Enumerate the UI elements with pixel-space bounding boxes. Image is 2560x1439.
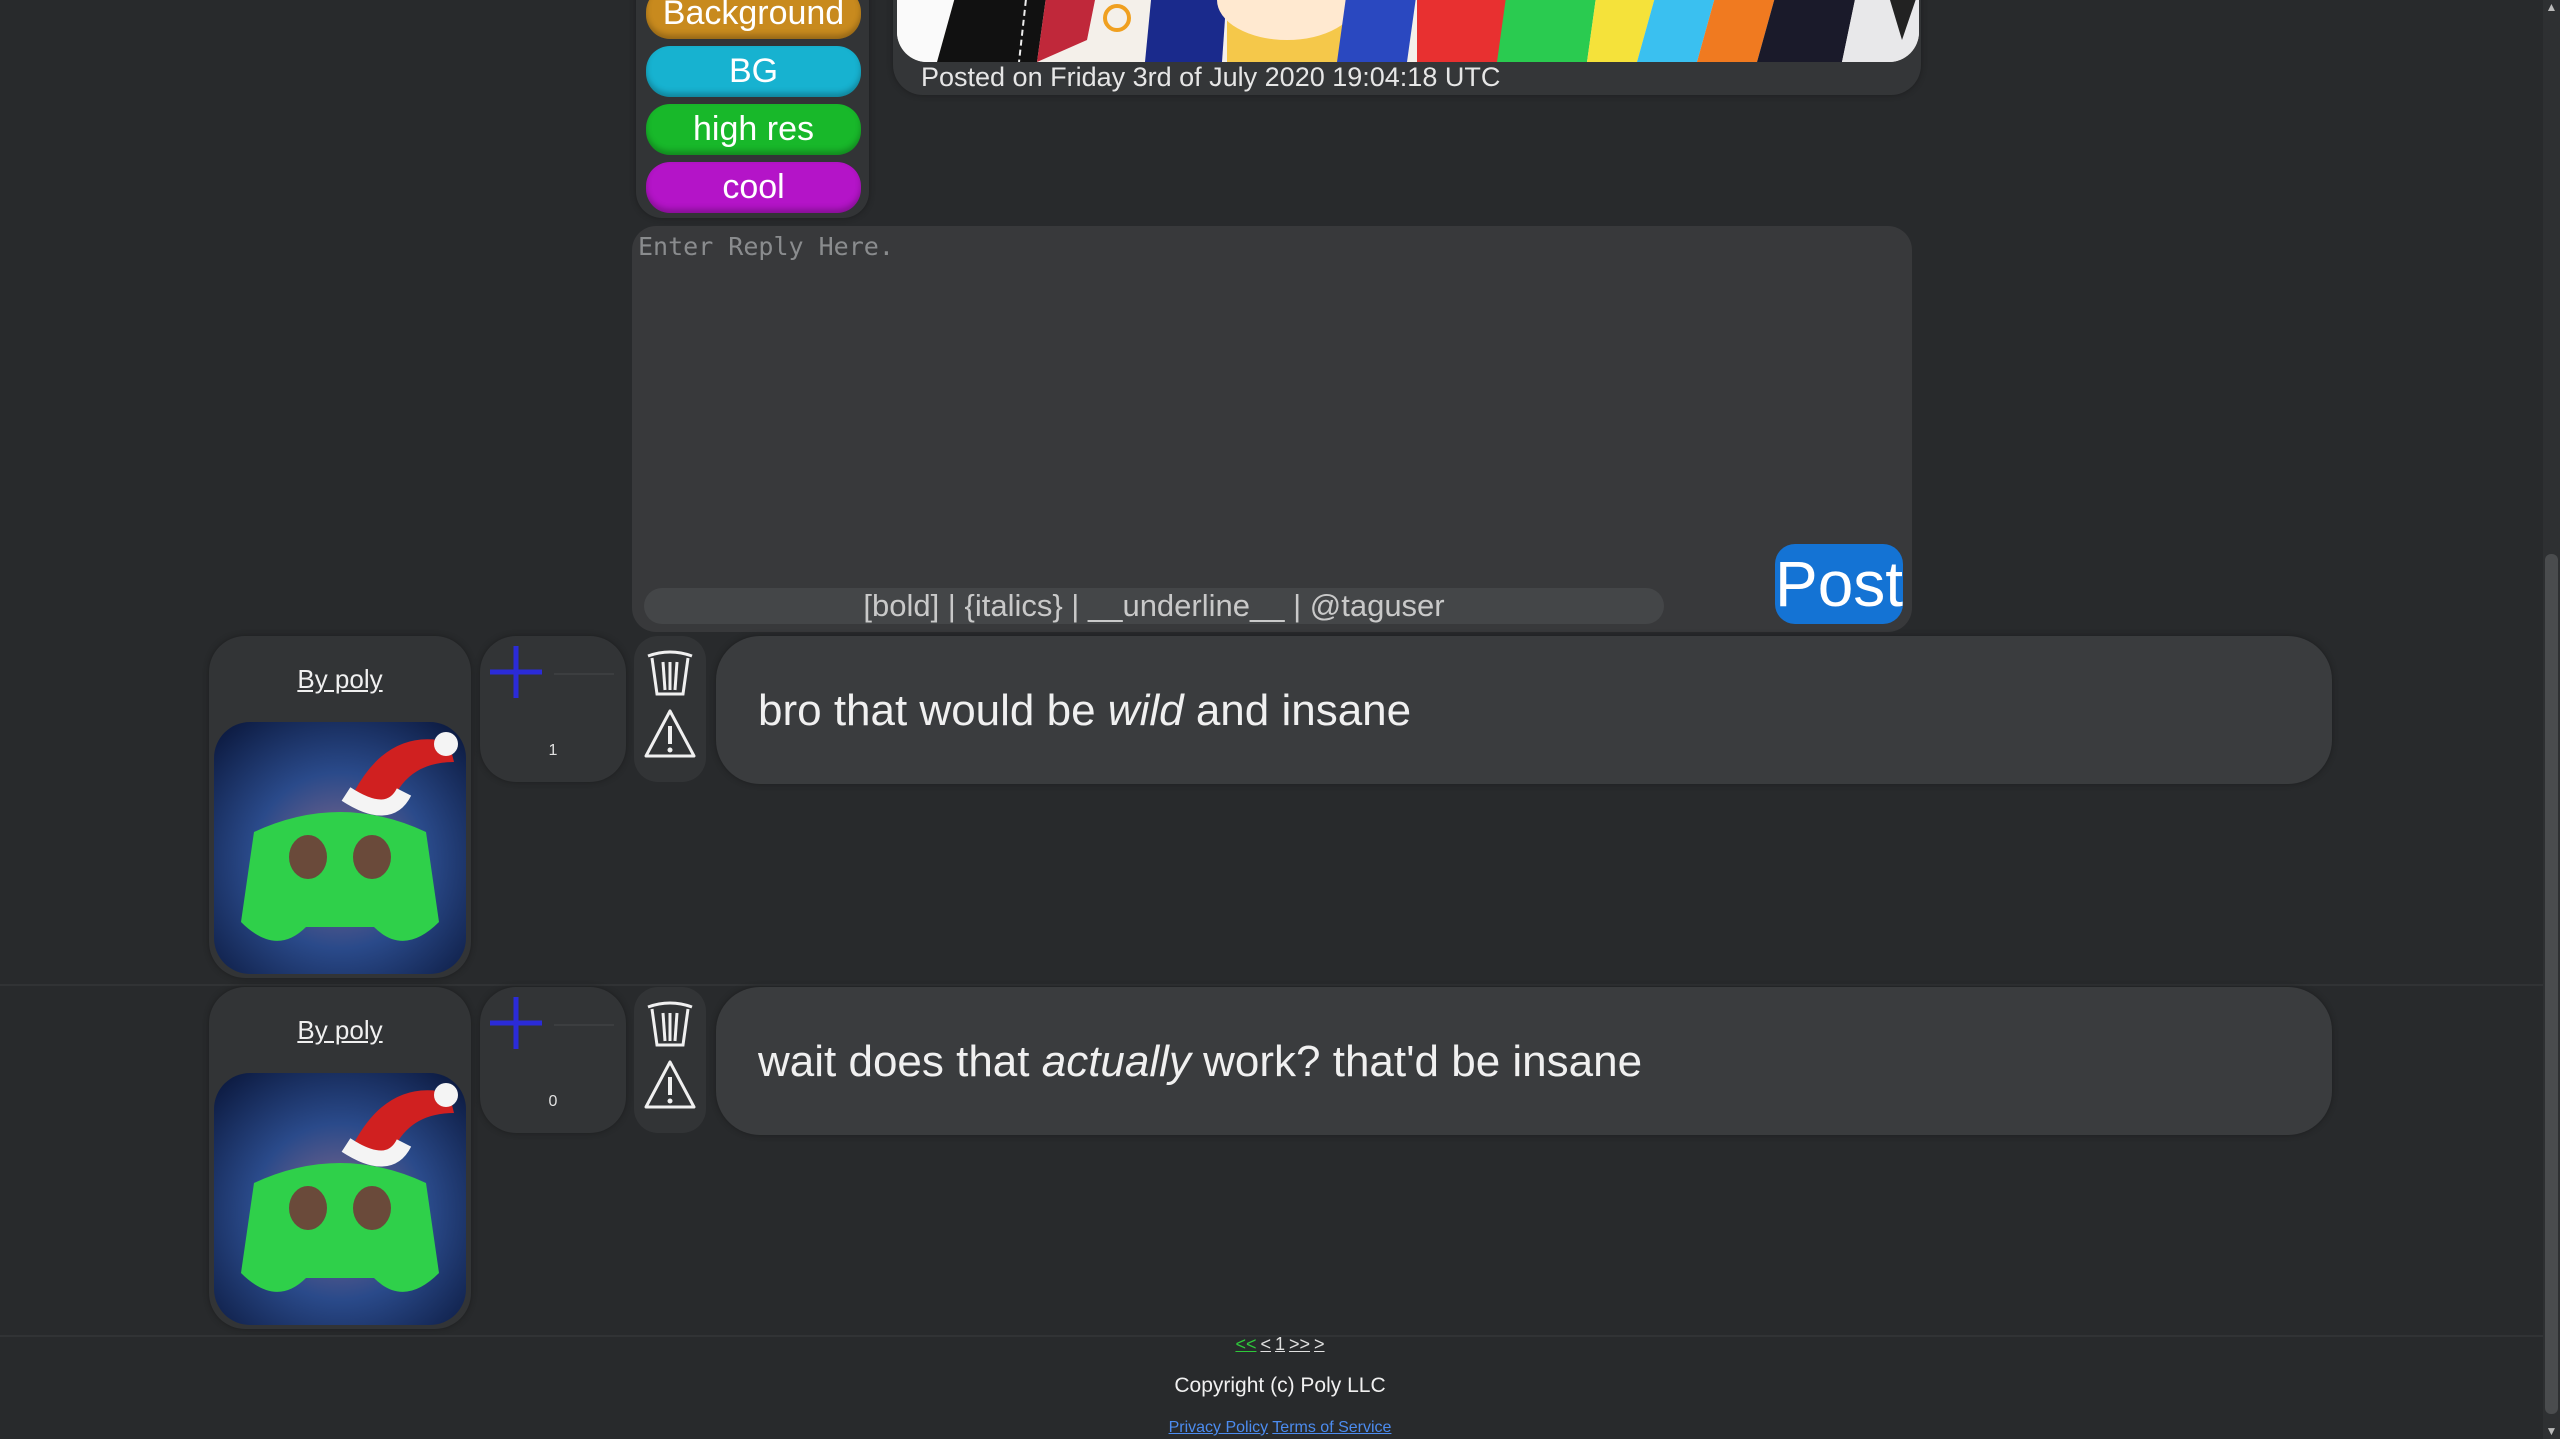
page-prev-link[interactable]: < bbox=[1260, 1334, 1271, 1354]
scrollbar-thumb[interactable] bbox=[2545, 554, 2558, 1414]
comment-separator bbox=[0, 984, 2560, 986]
tag-background[interactable]: Background bbox=[646, 0, 861, 39]
privacy-policy-link[interactable]: Privacy Policy bbox=[1169, 1419, 1269, 1436]
terms-of-service-link[interactable]: Terms of Service bbox=[1272, 1419, 1391, 1436]
post-image[interactable] bbox=[897, 0, 1919, 62]
legal-links: Privacy Policy Terms of Service bbox=[0, 1419, 2560, 1437]
divider bbox=[554, 1024, 614, 1026]
pagination: << <1 >> > bbox=[0, 1334, 2560, 1355]
vote-box: 1 bbox=[480, 636, 626, 782]
trash-icon[interactable] bbox=[644, 997, 696, 1049]
tag-cool[interactable]: cool bbox=[646, 162, 861, 213]
page-first-link[interactable]: << bbox=[1235, 1334, 1256, 1354]
page-current-link[interactable]: 1 bbox=[1275, 1334, 1285, 1354]
author-link[interactable]: By poly bbox=[209, 664, 471, 695]
comment-actions bbox=[634, 987, 706, 1133]
trash-icon[interactable] bbox=[644, 646, 696, 698]
scroll-down-arrow-icon[interactable]: ▼ bbox=[2543, 1424, 2560, 1438]
comment-text: wait does that actually work? that'd be … bbox=[758, 1037, 1643, 1086]
scroll-up-arrow-icon[interactable]: ▲ bbox=[2543, 0, 2560, 14]
report-warning-icon[interactable] bbox=[644, 1059, 696, 1111]
author-link[interactable]: By poly bbox=[209, 1015, 471, 1046]
page-next-link[interactable]: > bbox=[1314, 1334, 1325, 1354]
copyright: Copyright (c) Poly LLC bbox=[1174, 1374, 1386, 1397]
reply-form: [bold] | {italics} | __underline__ | @ta… bbox=[632, 226, 1912, 632]
comment-text-box: wait does that actually work? that'd be … bbox=[716, 987, 2332, 1135]
comment-author-card: By poly bbox=[209, 987, 471, 1329]
vote-box: 0 bbox=[480, 987, 626, 1133]
upvote-plus-icon[interactable] bbox=[488, 644, 544, 700]
vote-count: 0 bbox=[548, 1093, 558, 1110]
comment-text: bro that would be wild and insane bbox=[758, 686, 1412, 735]
comment-text-box: bro that would be wild and insane bbox=[716, 636, 2332, 784]
divider bbox=[554, 673, 614, 675]
tag-bg[interactable]: BG bbox=[646, 46, 861, 97]
tag-high-res[interactable]: high res bbox=[646, 104, 861, 155]
post-button[interactable]: Post bbox=[1775, 544, 1903, 624]
upvote-plus-icon[interactable] bbox=[488, 995, 544, 1051]
tag-list: Background BG high res cool bbox=[636, 0, 869, 218]
post-date: Posted on Friday 3rd of July 2020 19:04:… bbox=[921, 62, 1501, 92]
report-warning-icon[interactable] bbox=[644, 708, 696, 760]
formatting-hint: [bold] | {italics} | __underline__ | @ta… bbox=[644, 588, 1664, 624]
reply-input[interactable] bbox=[636, 230, 1910, 594]
comment-author-card: By poly bbox=[209, 636, 471, 978]
page-last-link[interactable]: >> bbox=[1289, 1334, 1310, 1354]
comment-actions bbox=[634, 636, 706, 782]
avatar[interactable] bbox=[214, 722, 466, 974]
vote-count: 1 bbox=[548, 742, 558, 759]
avatar[interactable] bbox=[214, 1073, 466, 1325]
